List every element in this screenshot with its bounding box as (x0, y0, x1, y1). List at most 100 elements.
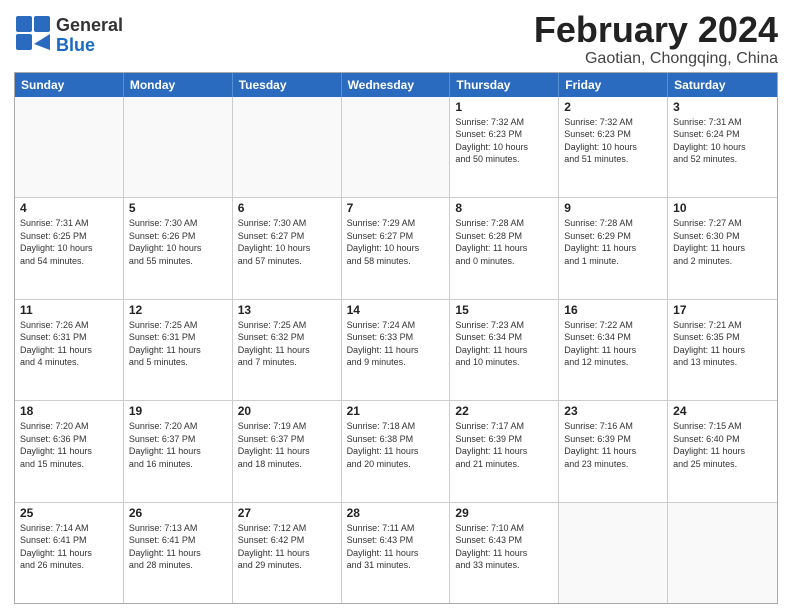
day-number: 12 (129, 303, 227, 317)
day-info: Sunrise: 7:28 AM Sunset: 6:28 PM Dayligh… (455, 217, 553, 267)
cal-cell: 15Sunrise: 7:23 AM Sunset: 6:34 PM Dayli… (450, 300, 559, 400)
day-number: 10 (673, 201, 772, 215)
day-info: Sunrise: 7:23 AM Sunset: 6:34 PM Dayligh… (455, 319, 553, 369)
cal-cell (233, 97, 342, 197)
logo-line1: General (56, 16, 123, 36)
cal-week-4: 18 Sunrise: 7:20 AM Sunset: 6:36 PM Dayli… (15, 400, 777, 501)
cal-cell: 17Sunrise: 7:21 AM Sunset: 6:35 PM Dayli… (668, 300, 777, 400)
cal-header-monday: Monday (124, 73, 233, 97)
day-info: Sunrise: 7:25 AM Sunset: 6:31 PM Dayligh… (129, 319, 227, 369)
day-number: 17 (673, 303, 772, 317)
cal-cell: 6 Sunrise: 7:30 AM Sunset: 6:27 PM Daylig… (233, 198, 342, 298)
title-block: February 2024 Gaotian, Chongqing, China (534, 10, 778, 68)
day-number: 19 (129, 404, 227, 418)
day-info: Sunrise: 7:18 AM Sunset: 6:38 PM Dayligh… (347, 420, 445, 470)
cal-cell: 13Sunrise: 7:25 AM Sunset: 6:32 PM Dayli… (233, 300, 342, 400)
day-info: Sunrise: 7:15 AM Sunset: 6:40 PM Dayligh… (673, 420, 772, 470)
cal-header-tuesday: Tuesday (233, 73, 342, 97)
day-info: Sunrise: 7:20 AM Sunset: 6:37 PM Dayligh… (129, 420, 227, 470)
day-info: Sunrise: 7:24 AM Sunset: 6:33 PM Dayligh… (347, 319, 445, 369)
day-number: 9 (564, 201, 662, 215)
day-info: Sunrise: 7:16 AM Sunset: 6:39 PM Dayligh… (564, 420, 662, 470)
day-info: Sunrise: 7:32 AM Sunset: 6:23 PM Dayligh… (455, 116, 553, 166)
cal-cell: 28 Sunrise: 7:11 AM Sunset: 6:43 PM Dayli… (342, 503, 451, 603)
logo-icon (14, 14, 52, 52)
day-number: 7 (347, 201, 445, 215)
day-number: 5 (129, 201, 227, 215)
day-number: 26 (129, 506, 227, 520)
day-number: 18 (20, 404, 118, 418)
cal-cell: 11 Sunrise: 7:26 AM Sunset: 6:31 PM Dayli… (15, 300, 124, 400)
cal-cell: 19 Sunrise: 7:20 AM Sunset: 6:37 PM Dayli… (124, 401, 233, 501)
logo: General Blue (14, 14, 123, 57)
calendar-body: 1 Sunrise: 7:32 AM Sunset: 6:23 PM Daylig… (15, 97, 777, 603)
cal-week-3: 11 Sunrise: 7:26 AM Sunset: 6:31 PM Dayli… (15, 299, 777, 400)
day-number: 29 (455, 506, 553, 520)
day-info: Sunrise: 7:31 AM Sunset: 6:24 PM Dayligh… (673, 116, 772, 166)
cal-cell: 23 Sunrise: 7:16 AM Sunset: 6:39 PM Dayli… (559, 401, 668, 501)
day-info: Sunrise: 7:25 AM Sunset: 6:32 PM Dayligh… (238, 319, 336, 369)
cal-cell: 7 Sunrise: 7:29 AM Sunset: 6:27 PM Daylig… (342, 198, 451, 298)
cal-week-1: 1 Sunrise: 7:32 AM Sunset: 6:23 PM Daylig… (15, 97, 777, 197)
cal-cell: 4 Sunrise: 7:31 AM Sunset: 6:25 PM Daylig… (15, 198, 124, 298)
cal-cell: 1 Sunrise: 7:32 AM Sunset: 6:23 PM Daylig… (450, 97, 559, 197)
cal-cell: 27 Sunrise: 7:12 AM Sunset: 6:42 PM Dayli… (233, 503, 342, 603)
day-number: 24 (673, 404, 772, 418)
cal-week-2: 4 Sunrise: 7:31 AM Sunset: 6:25 PM Daylig… (15, 197, 777, 298)
day-number: 8 (455, 201, 553, 215)
page-header: General Blue February 2024 Gaotian, Chon… (14, 10, 778, 68)
day-number: 3 (673, 100, 772, 114)
cal-cell: 10 Sunrise: 7:27 AM Sunset: 6:30 PM Dayli… (668, 198, 777, 298)
cal-cell: 22Sunrise: 7:17 AM Sunset: 6:39 PM Dayli… (450, 401, 559, 501)
day-number: 23 (564, 404, 662, 418)
day-info: Sunrise: 7:26 AM Sunset: 6:31 PM Dayligh… (20, 319, 118, 369)
calendar-header-row: SundayMondayTuesdayWednesdayThursdayFrid… (15, 73, 777, 97)
cal-cell: 9 Sunrise: 7:28 AM Sunset: 6:29 PM Daylig… (559, 198, 668, 298)
day-info: Sunrise: 7:27 AM Sunset: 6:30 PM Dayligh… (673, 217, 772, 267)
calendar: SundayMondayTuesdayWednesdayThursdayFrid… (14, 72, 778, 604)
day-info: Sunrise: 7:19 AM Sunset: 6:37 PM Dayligh… (238, 420, 336, 470)
day-number: 27 (238, 506, 336, 520)
logo-line2: Blue (56, 36, 123, 56)
day-number: 21 (347, 404, 445, 418)
day-number: 16 (564, 303, 662, 317)
cal-header-sunday: Sunday (15, 73, 124, 97)
day-info: Sunrise: 7:10 AM Sunset: 6:43 PM Dayligh… (455, 522, 553, 572)
cal-header-saturday: Saturday (668, 73, 777, 97)
cal-cell (124, 97, 233, 197)
day-info: Sunrise: 7:28 AM Sunset: 6:29 PM Dayligh… (564, 217, 662, 267)
day-number: 28 (347, 506, 445, 520)
cal-header-thursday: Thursday (450, 73, 559, 97)
day-number: 11 (20, 303, 118, 317)
day-number: 20 (238, 404, 336, 418)
day-info: Sunrise: 7:32 AM Sunset: 6:23 PM Dayligh… (564, 116, 662, 166)
day-number: 6 (238, 201, 336, 215)
day-number: 25 (20, 506, 118, 520)
cal-header-friday: Friday (559, 73, 668, 97)
cal-cell: 26Sunrise: 7:13 AM Sunset: 6:41 PM Dayli… (124, 503, 233, 603)
cal-cell: 29 Sunrise: 7:10 AM Sunset: 6:43 PM Dayli… (450, 503, 559, 603)
cal-cell: 16Sunrise: 7:22 AM Sunset: 6:34 PM Dayli… (559, 300, 668, 400)
cal-cell (15, 97, 124, 197)
cal-cell (668, 503, 777, 603)
day-info: Sunrise: 7:30 AM Sunset: 6:26 PM Dayligh… (129, 217, 227, 267)
day-info: Sunrise: 7:14 AM Sunset: 6:41 PM Dayligh… (20, 522, 118, 572)
day-info: Sunrise: 7:12 AM Sunset: 6:42 PM Dayligh… (238, 522, 336, 572)
day-number: 14 (347, 303, 445, 317)
cal-cell: 8 Sunrise: 7:28 AM Sunset: 6:28 PM Daylig… (450, 198, 559, 298)
day-number: 1 (455, 100, 553, 114)
cal-cell (342, 97, 451, 197)
cal-cell: 25 Sunrise: 7:14 AM Sunset: 6:41 PM Dayli… (15, 503, 124, 603)
day-info: Sunrise: 7:31 AM Sunset: 6:25 PM Dayligh… (20, 217, 118, 267)
day-info: Sunrise: 7:30 AM Sunset: 6:27 PM Dayligh… (238, 217, 336, 267)
day-number: 22 (455, 404, 553, 418)
calendar-title: February 2024 (534, 10, 778, 50)
cal-cell: 3 Sunrise: 7:31 AM Sunset: 6:24 PM Daylig… (668, 97, 777, 197)
day-info: Sunrise: 7:20 AM Sunset: 6:36 PM Dayligh… (20, 420, 118, 470)
cal-header-wednesday: Wednesday (342, 73, 451, 97)
day-number: 4 (20, 201, 118, 215)
day-info: Sunrise: 7:11 AM Sunset: 6:43 PM Dayligh… (347, 522, 445, 572)
day-info: Sunrise: 7:29 AM Sunset: 6:27 PM Dayligh… (347, 217, 445, 267)
cal-cell: 2Sunrise: 7:32 AM Sunset: 6:23 PM Daylig… (559, 97, 668, 197)
cal-cell: 12 Sunrise: 7:25 AM Sunset: 6:31 PM Dayli… (124, 300, 233, 400)
